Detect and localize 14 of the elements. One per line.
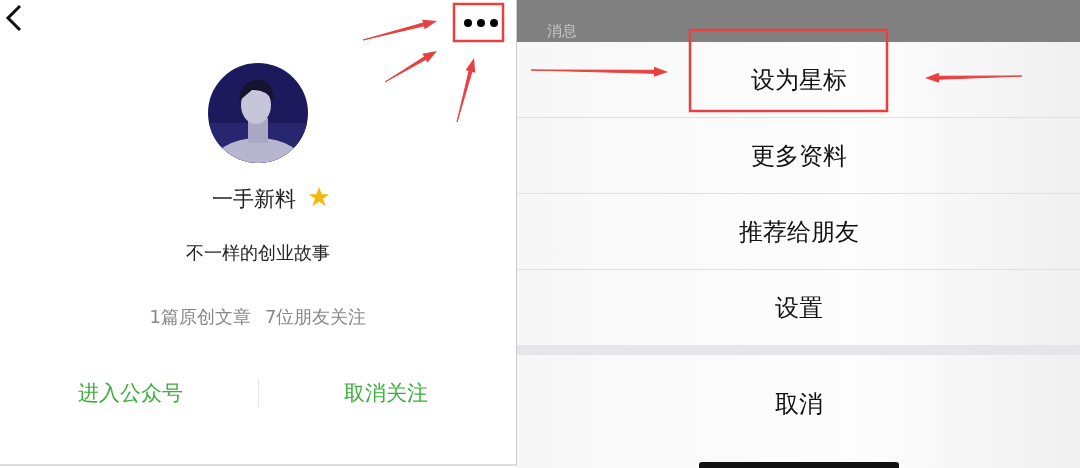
account-description: 不一样的创业故事 (186, 241, 330, 265)
stat-text: 7位朋友关注 (265, 305, 367, 329)
annotation-arrow (384, 51, 437, 83)
cancel-button[interactable]: 取消 (517, 355, 1080, 453)
account-name: 一手新料 (212, 186, 296, 213)
menu-item[interactable]: 设置 (517, 270, 1080, 345)
stat-text: 1篇原创文章 (149, 305, 251, 329)
annotation-arrow (456, 58, 476, 123)
back-icon[interactable] (4, 4, 24, 32)
background-text: 消息 (547, 22, 577, 40)
highlight-frame (452, 2, 505, 43)
more-icon[interactable] (464, 19, 498, 27)
menu-item[interactable]: 更多资料 (517, 118, 1080, 194)
menu-item[interactable]: 推荐给朋友 (517, 194, 1080, 270)
